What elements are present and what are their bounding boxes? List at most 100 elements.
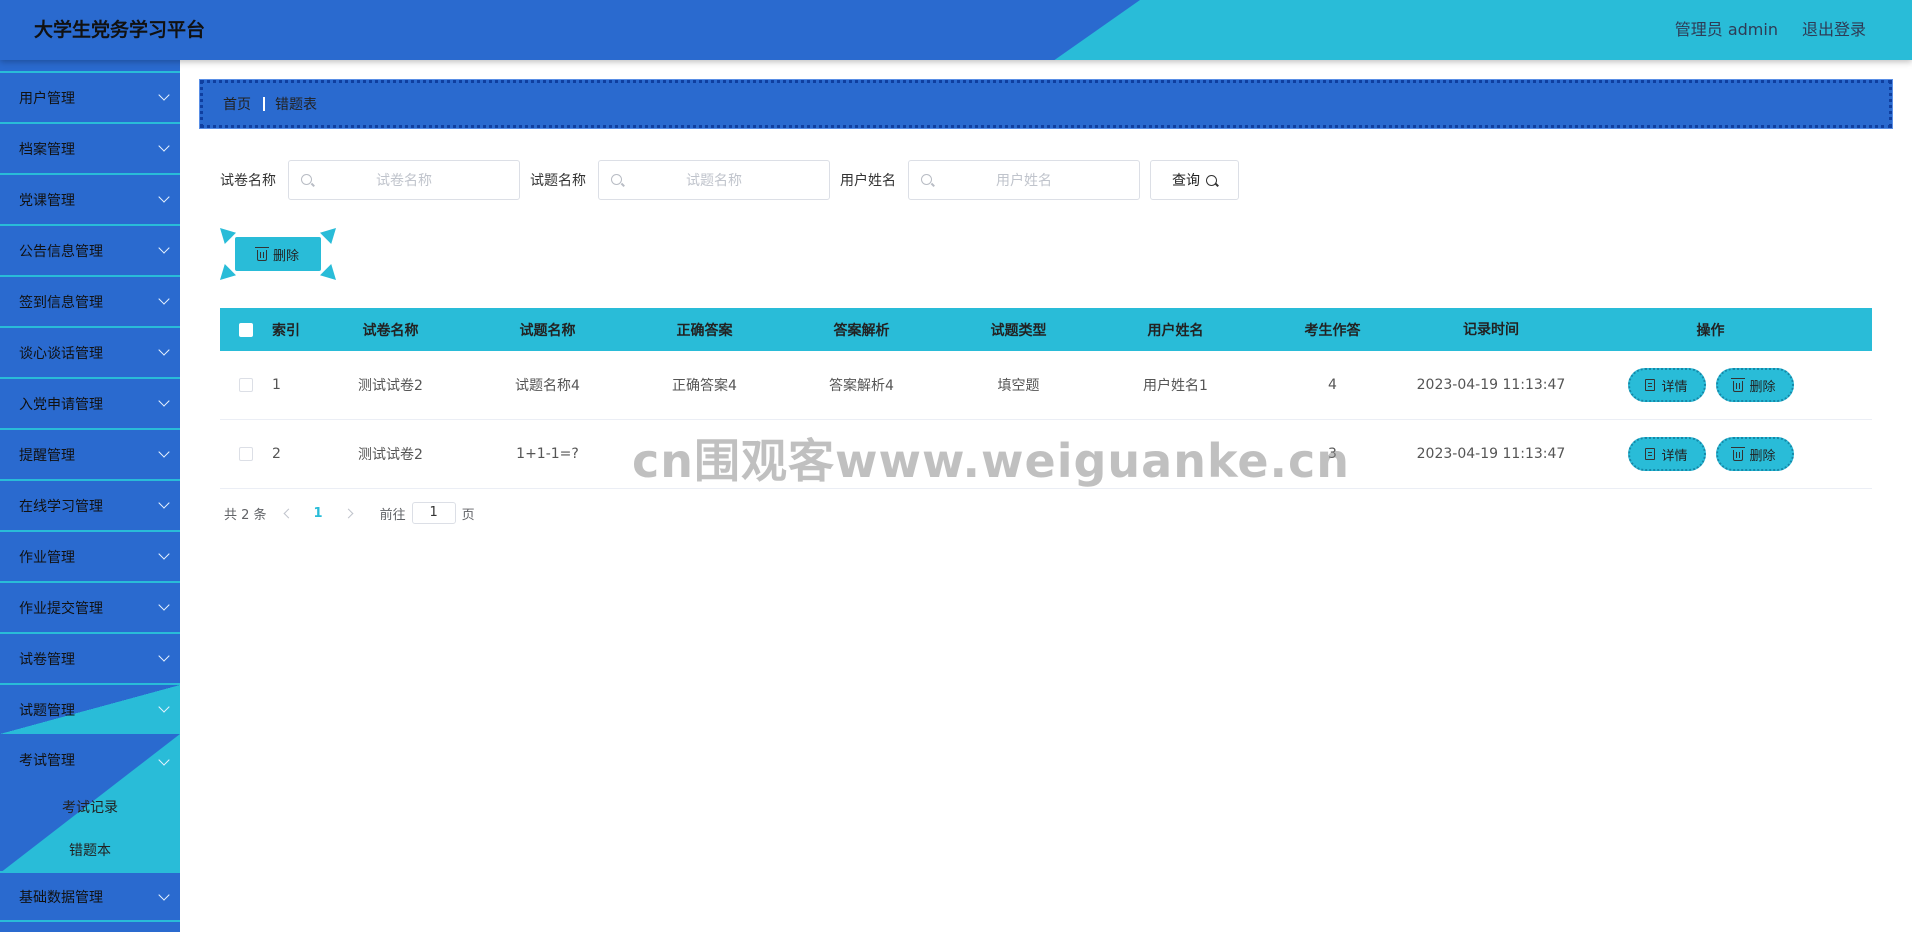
search-icon — [611, 174, 622, 185]
header-index: 索引 — [272, 322, 300, 339]
sidebar-item-label: 党课管理 — [19, 192, 75, 209]
sidebar-item-user-management[interactable]: 用户管理 — [0, 71, 180, 122]
sidebar-item-homework-submit-management[interactable]: 作业提交管理 — [0, 581, 180, 632]
chevron-down-icon — [158, 701, 170, 713]
header-paper-name: 试卷名称 — [362, 322, 419, 339]
header-answer-analysis: 答案解析 — [833, 322, 890, 339]
pagination: 共 2 条 1 前往 1 页 — [224, 502, 475, 524]
sidebar-item-label: 提醒管理 — [19, 447, 75, 464]
row-checkbox[interactable] — [239, 447, 253, 461]
detail-label: 详情 — [1661, 379, 1688, 395]
delete-label: 删除 — [1749, 448, 1776, 464]
page-suffix: 页 — [461, 507, 475, 523]
page-number-current[interactable]: 1 — [314, 506, 323, 521]
sidebar-item-label: 用户管理 — [19, 90, 75, 107]
sidebar-item-label: 档案管理 — [19, 141, 75, 158]
sidebar-item-talk-management[interactable]: 谈心谈话管理 — [0, 326, 180, 377]
detail-button[interactable]: 详情 — [1627, 368, 1706, 402]
delete-button[interactable]: 删除 — [1715, 437, 1794, 471]
sidebar-item-label: 公告信息管理 — [19, 243, 103, 260]
cell-question-name: 1+1-1=? — [516, 446, 579, 462]
user-name-label: 用户姓名 — [840, 173, 896, 189]
chevron-down-icon — [158, 650, 170, 662]
search-icon — [921, 174, 932, 185]
breadcrumb: 首页 错题表 — [199, 79, 1893, 129]
select-all-checkbox[interactable] — [239, 322, 253, 337]
cell-answer-analysis: 答案解析4 — [829, 378, 894, 394]
chevron-down-icon — [158, 191, 170, 203]
cell-user-name: 用户姓名1 — [1143, 378, 1208, 394]
sidebar-item-label: 作业管理 — [19, 549, 75, 566]
user-name-placeholder: 用户姓名 — [996, 173, 1052, 189]
cell-index: 1 — [272, 377, 281, 393]
cell-operations: 详情 删除 — [1571, 437, 1850, 471]
goto-label: 前往 — [379, 507, 406, 523]
sidebar-item-question-management[interactable]: 试题管理 — [0, 683, 180, 734]
sidebar-item-online-study-management[interactable]: 在线学习管理 — [0, 479, 180, 530]
search-icon — [301, 174, 312, 185]
cell-record-time: 2023-04-19 11:13:47 — [1416, 377, 1566, 393]
trash-icon — [254, 246, 269, 261]
search-bar: 试卷名称 试卷名称 试题名称 试题名称 用户姓名 用户姓名 查询 — [220, 160, 1239, 200]
corner-decoration — [320, 228, 336, 244]
delete-button[interactable]: 删除 — [1715, 368, 1794, 402]
sidebar-item-notice-management[interactable]: 公告信息管理 — [0, 224, 180, 275]
question-name-input[interactable]: 试题名称 — [598, 160, 830, 200]
query-button[interactable]: 查询 — [1150, 160, 1239, 200]
header-question-type: 试题类型 — [990, 322, 1047, 339]
header-correct-answer: 正确答案 — [676, 322, 733, 339]
chevron-down-icon — [158, 242, 170, 254]
row-select-cell — [220, 378, 272, 392]
sidebar-subitem-wrong-book[interactable]: 错题本 — [0, 830, 180, 873]
row-checkbox[interactable] — [239, 378, 253, 392]
sidebar-item-application-management[interactable]: 入党申请管理 — [0, 377, 180, 428]
admin-user-label[interactable]: 管理员 admin — [1675, 0, 1778, 60]
sidebar-item-label: 试卷管理 — [19, 651, 75, 668]
app-title: 大学生党务学习平台 — [34, 19, 206, 41]
delete-label: 删除 — [1749, 379, 1776, 395]
sidebar-item-paper-management[interactable]: 试卷管理 — [0, 632, 180, 683]
sidebar-item-party-course-management[interactable]: 党课管理 — [0, 173, 180, 224]
sidebar-item-label: 作业提交管理 — [19, 600, 103, 617]
chevron-left-icon[interactable] — [283, 508, 293, 518]
cell-index: 2 — [272, 446, 281, 462]
chevron-down-icon — [158, 344, 170, 356]
breadcrumb-home[interactable]: 首页 — [223, 94, 251, 114]
breadcrumb-current: 错题表 — [275, 97, 317, 113]
top-header: 大学生党务学习平台 管理员 admin 退出登录 — [0, 0, 1912, 60]
sidebar-item-exam-management[interactable]: 考试管理 — [19, 736, 75, 787]
goto-page-input[interactable]: 1 — [411, 502, 456, 524]
sidebar-item-basic-data-management[interactable]: 基础数据管理 — [0, 871, 180, 922]
breadcrumb-separator — [263, 97, 265, 111]
wrong-question-table: 索引 试卷名称 试题名称 正确答案 答案解析 试题类型 用户姓名 考生作答 记录… — [220, 308, 1872, 489]
cell-student-answer: 3 — [1328, 446, 1337, 462]
chevron-right-icon[interactable] — [343, 508, 354, 518]
chevron-down-icon — [158, 497, 170, 509]
header-operations: 操作 — [1696, 322, 1725, 339]
user-name-input[interactable]: 用户姓名 — [908, 160, 1140, 200]
header-record-time: 记录时间 — [1463, 321, 1519, 338]
trash-icon — [1731, 446, 1746, 461]
sidebar-item-checkin-management[interactable]: 签到信息管理 — [0, 275, 180, 326]
batch-delete-button[interactable]: 删除 — [235, 237, 321, 271]
batch-delete-label: 删除 — [272, 248, 299, 264]
sidebar-item-reminder-management[interactable]: 提醒管理 — [0, 428, 180, 479]
cell-operations: 详情 删除 — [1571, 368, 1850, 402]
question-name-label: 试题名称 — [530, 173, 586, 189]
batch-delete-wrapper: 删除 — [220, 228, 336, 280]
header-user-name: 用户姓名 — [1147, 322, 1204, 339]
paper-name-placeholder: 试卷名称 — [376, 173, 432, 189]
chevron-down-icon — [158, 754, 170, 766]
corner-decoration — [220, 228, 236, 244]
sidebar-item-label: 签到信息管理 — [19, 294, 103, 311]
paper-name-input[interactable]: 试卷名称 — [288, 160, 520, 200]
chevron-down-icon — [158, 293, 170, 305]
chevron-down-icon — [158, 548, 170, 560]
logout-link[interactable]: 退出登录 — [1802, 0, 1866, 60]
chevron-down-icon — [158, 140, 170, 152]
sidebar-item-archive-management[interactable]: 档案管理 — [0, 122, 180, 173]
sidebar-item-label: 基础数据管理 — [19, 889, 103, 906]
sidebar-item-homework-management[interactable]: 作业管理 — [0, 530, 180, 581]
sidebar-subitem-exam-record[interactable]: 考试记录 — [0, 787, 180, 830]
detail-button[interactable]: 详情 — [1627, 437, 1706, 471]
